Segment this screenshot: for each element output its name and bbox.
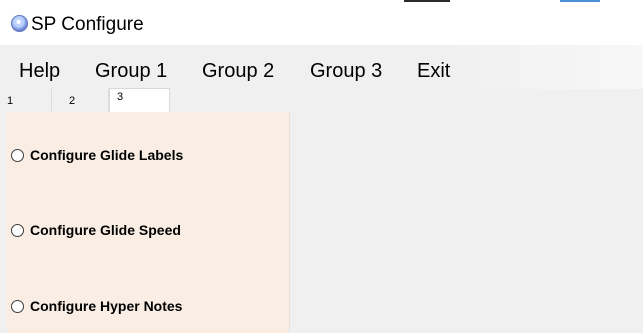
tab-2[interactable]: 2 — [52, 89, 109, 111]
tab-1-label: 1 — [7, 95, 14, 107]
menu-bar-fade — [440, 45, 643, 89]
radio-button[interactable] — [11, 223, 24, 237]
menu-help[interactable]: Help — [19, 59, 60, 83]
options-panel: Configure Glide Labels Configure Glide S… — [7, 112, 290, 333]
menu-group-1[interactable]: Group 1 — [95, 59, 167, 83]
title-bar: SP Configure — [0, 3, 643, 45]
radio-button[interactable] — [11, 299, 24, 313]
option-hyper-notes[interactable]: Configure Hyper Notes — [11, 297, 182, 315]
window-title: SP Configure — [31, 14, 144, 35]
tab-3-label: 3 — [117, 91, 124, 103]
tab-1[interactable]: 1 — [7, 89, 52, 111]
top-edge-segment — [404, 0, 450, 2]
option-label: Configure Glide Speed — [30, 222, 181, 238]
tab-3[interactable]: 3 — [109, 88, 170, 112]
option-label: Configure Glide Labels — [30, 147, 184, 163]
menu-bar: Help Group 1 Group 2 Group 3 Exit — [0, 45, 643, 89]
app-disc-icon — [11, 15, 28, 32]
option-glide-speed[interactable]: Configure Glide Speed — [11, 221, 181, 239]
radio-button[interactable] — [11, 148, 24, 162]
option-label: Configure Hyper Notes — [30, 298, 183, 314]
menu-exit[interactable]: Exit — [417, 59, 450, 83]
menu-group-3[interactable]: Group 3 — [310, 59, 382, 83]
menu-group-2[interactable]: Group 2 — [202, 59, 274, 83]
top-edge-segment — [560, 0, 600, 2]
option-glide-labels[interactable]: Configure Glide Labels — [11, 146, 183, 164]
